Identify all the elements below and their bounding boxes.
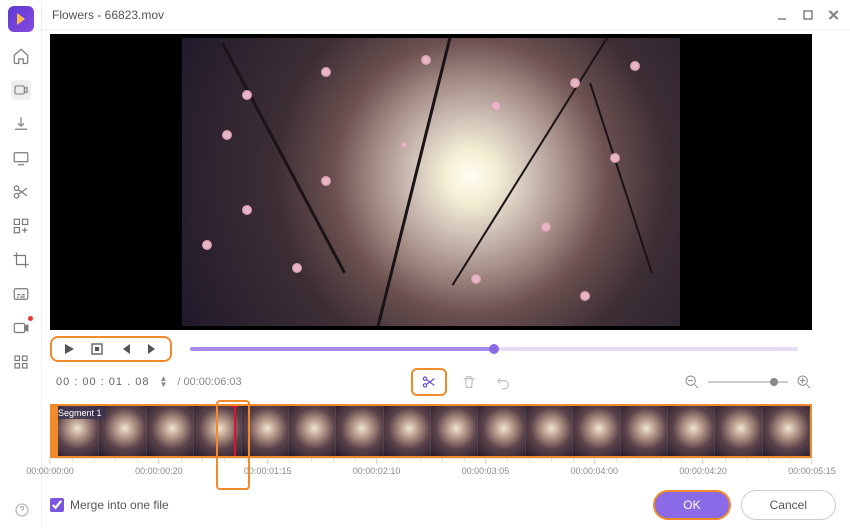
scissors-icon[interactable]	[11, 182, 31, 202]
download-icon[interactable]	[11, 114, 31, 134]
screen-icon[interactable]	[11, 148, 31, 168]
range-handle-left[interactable]	[52, 406, 58, 456]
merge-checkbox-row[interactable]: Merge into one file	[50, 498, 169, 512]
ruler-tick: 00:00:02:10	[353, 459, 401, 476]
stop-button[interactable]	[90, 342, 104, 356]
progress-bar[interactable]	[190, 347, 798, 351]
titlebar: Flowers - 66823.mov	[42, 0, 850, 30]
outer-close-button[interactable]	[826, 8, 840, 22]
transport-controls	[50, 336, 172, 362]
current-time-input[interactable]: 00 : 00 : 01 . 08	[56, 376, 149, 388]
minimize-button[interactable]	[776, 9, 788, 21]
zoom-thumb[interactable]	[770, 378, 778, 386]
segment-label: Segment 1	[54, 407, 106, 419]
ruler-tick: 00:00:01:15	[244, 459, 292, 476]
cancel-button[interactable]: Cancel	[741, 490, 836, 520]
ruler-tick: 00:00:00:00	[26, 459, 74, 476]
video-preview[interactable]	[182, 38, 680, 326]
play-button[interactable]	[62, 342, 76, 356]
zoom-in-button[interactable]	[796, 374, 812, 390]
apps-icon[interactable]	[11, 352, 31, 372]
home-icon[interactable]	[11, 46, 31, 66]
record-icon[interactable]	[11, 318, 31, 338]
ruler-tick: 00:00:03:05	[462, 459, 510, 476]
ok-button[interactable]: OK	[653, 490, 730, 520]
crop-icon[interactable]	[11, 250, 31, 270]
merge-label: Merge into one file	[70, 498, 169, 512]
prev-frame-button[interactable]	[118, 342, 132, 356]
cut-button[interactable]	[411, 368, 447, 396]
notification-dot	[28, 316, 33, 321]
delete-button[interactable]	[457, 372, 481, 392]
next-frame-button[interactable]	[146, 342, 160, 356]
playhead[interactable]	[234, 404, 236, 458]
ruler-tick: 00:00:04:20	[679, 459, 727, 476]
zoom-out-button[interactable]	[684, 374, 700, 390]
video-icon[interactable]	[11, 80, 31, 100]
app-logo	[8, 6, 34, 32]
undo-button[interactable]	[491, 372, 515, 392]
progress-fill	[190, 347, 494, 351]
subtitle-icon[interactable]	[11, 284, 31, 304]
maximize-button[interactable]	[802, 9, 814, 21]
progress-thumb[interactable]	[489, 344, 499, 354]
timeline[interactable]: Segment 1	[50, 404, 812, 458]
video-preview-area	[50, 34, 812, 330]
merge-checkbox[interactable]	[50, 498, 64, 512]
merge-icon[interactable]	[11, 216, 31, 236]
ruler-tick: 00:00:04:00	[571, 459, 619, 476]
time-spinner[interactable]: ▲▼	[159, 376, 167, 388]
ruler-tick: 00:00:05:15	[788, 459, 836, 476]
window-title: Flowers - 66823.mov	[52, 8, 776, 22]
timeline-frames	[52, 406, 810, 456]
help-icon[interactable]	[14, 502, 30, 518]
time-ruler[interactable]: 00:00:00:0000:00:00:2000:00:01:1500:00:0…	[50, 458, 812, 482]
sidebar	[0, 0, 42, 528]
ruler-tick: 00:00:00:20	[135, 459, 183, 476]
total-time: / 00:00:06:03	[177, 376, 241, 388]
zoom-slider[interactable]	[708, 381, 788, 383]
